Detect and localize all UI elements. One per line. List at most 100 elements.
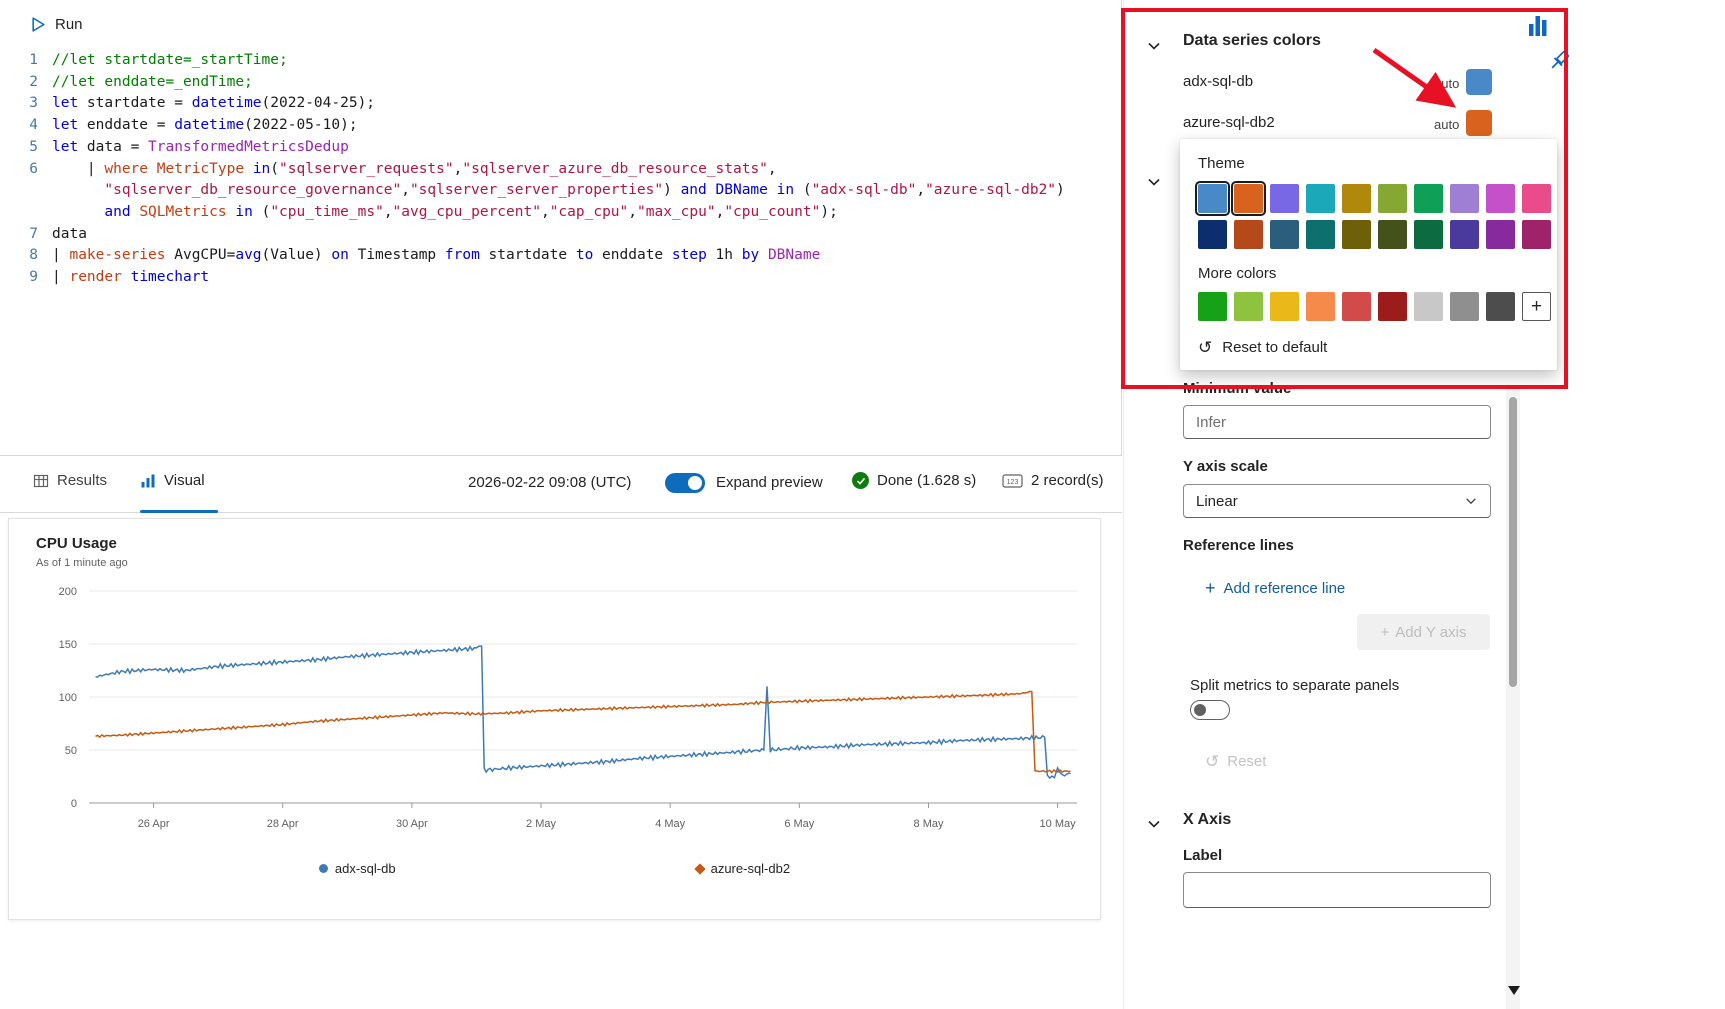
svg-text:200: 200 bbox=[59, 586, 77, 598]
app-window: Run 1 //let startdate=_startTime; 2 //let e… bbox=[0, 0, 1725, 1009]
results-toolbar: Results Visual 2026-02-22 09:08 (UTC) Ex… bbox=[0, 457, 1122, 513]
series-line-azure-sql-db2 bbox=[95, 690, 1071, 774]
tab-visual-label: Visual bbox=[164, 472, 205, 489]
palette-color[interactable] bbox=[1450, 184, 1479, 213]
section-data-series-colors[interactable]: Data series colors bbox=[1183, 32, 1321, 50]
legend-marker-circle bbox=[318, 864, 328, 873]
palette-color[interactable] bbox=[1194, 180, 1231, 217]
pin-icon[interactable] bbox=[1546, 46, 1572, 76]
tab-results[interactable]: Results bbox=[33, 472, 107, 489]
run-button[interactable]: Run bbox=[30, 16, 83, 33]
tab-visual[interactable]: Visual bbox=[140, 472, 205, 489]
palette-color[interactable] bbox=[1234, 220, 1263, 249]
line-number: 4 bbox=[29, 117, 38, 134]
code-line[interactable]: 9 | render timechart bbox=[0, 267, 1120, 289]
code-line[interactable]: and SQLMetrics in ("cpu_time_ms","avg_cp… bbox=[0, 202, 1120, 224]
minimum-value-input[interactable] bbox=[1183, 405, 1491, 439]
add-reference-line-button[interactable]: + Add reference line bbox=[1205, 579, 1345, 597]
palette-color[interactable] bbox=[1522, 184, 1551, 213]
plus-icon: + bbox=[1205, 578, 1216, 598]
add-custom-color-button[interactable]: + bbox=[1522, 292, 1551, 321]
success-check-icon bbox=[852, 472, 869, 489]
code-text: data bbox=[52, 225, 87, 242]
scrollbar-down-arrow[interactable] bbox=[1508, 986, 1520, 995]
palette-color[interactable] bbox=[1198, 292, 1227, 321]
series-color-swatch-adx-sql-db[interactable] bbox=[1466, 69, 1492, 95]
code-line[interactable]: 5 let data = TransformedMetricsDedup bbox=[0, 137, 1120, 159]
palette-color[interactable] bbox=[1378, 184, 1407, 213]
svg-text:2 May: 2 May bbox=[526, 818, 556, 830]
palette-color[interactable] bbox=[1378, 220, 1407, 249]
palette-color[interactable] bbox=[1234, 292, 1263, 321]
svg-text:6 May: 6 May bbox=[784, 818, 814, 830]
expand-preview-toggle[interactable] bbox=[665, 473, 705, 493]
expand-preview-label: Expand preview bbox=[716, 474, 823, 491]
code-line[interactable]: 6 | where MetricType in("sqlserver_reque… bbox=[0, 159, 1120, 181]
legend-item-azure-sql-db2[interactable]: azure-sql-db2 bbox=[693, 861, 790, 876]
column-chart-icon[interactable] bbox=[1528, 12, 1548, 38]
legend-marker-diamond bbox=[693, 862, 706, 875]
code-line[interactable]: 7 data bbox=[0, 224, 1120, 246]
x-axis-label-label: Label bbox=[1183, 847, 1223, 864]
palette-color[interactable] bbox=[1342, 184, 1371, 213]
code-text: and SQLMetrics in ("cpu_time_ms","avg_cp… bbox=[104, 203, 838, 220]
table-grid-icon bbox=[33, 474, 49, 487]
palette-color[interactable] bbox=[1306, 220, 1335, 249]
chart-subtitle: As of 1 minute ago bbox=[36, 557, 128, 569]
palette-color[interactable] bbox=[1486, 292, 1515, 321]
tab-results-label: Results bbox=[57, 472, 108, 489]
palette-color[interactable] bbox=[1342, 220, 1371, 249]
line-number: 6 bbox=[29, 160, 38, 177]
palette-color[interactable] bbox=[1378, 292, 1407, 321]
code-text: | where MetricType in("sqlserver_request… bbox=[52, 160, 777, 177]
palette-color[interactable] bbox=[1342, 292, 1371, 321]
chevron-down-icon[interactable] bbox=[1146, 816, 1162, 832]
code-text: let startdate = datetime(2022-04-25); bbox=[52, 95, 376, 112]
palette-color[interactable] bbox=[1414, 292, 1443, 321]
add-y-axis-button[interactable]: + Add Y axis bbox=[1357, 614, 1490, 650]
line-number: 7 bbox=[29, 225, 38, 242]
scrollbar-thumb[interactable] bbox=[1509, 397, 1517, 687]
palette-color[interactable] bbox=[1414, 220, 1443, 249]
palette-color[interactable] bbox=[1306, 292, 1335, 321]
legend-item-adx-sql-db[interactable]: adx-sql-db bbox=[318, 861, 396, 876]
chevron-down-icon[interactable] bbox=[1146, 174, 1162, 190]
theme-label: Theme bbox=[1198, 155, 1245, 172]
palette-color[interactable] bbox=[1270, 220, 1299, 249]
palette-color[interactable] bbox=[1414, 184, 1443, 213]
split-metrics-toggle[interactable] bbox=[1190, 700, 1230, 720]
code-line[interactable]: 2 //let enddate=_endTime; bbox=[0, 72, 1120, 94]
palette-color[interactable] bbox=[1306, 184, 1335, 213]
chevron-down-icon[interactable] bbox=[1146, 38, 1162, 54]
palette-color[interactable] bbox=[1270, 292, 1299, 321]
code-line[interactable]: 8 | make-series AvgCPU=avg(Value) on Time… bbox=[0, 245, 1120, 267]
series-color-swatch-azure-sql-db2[interactable] bbox=[1466, 110, 1492, 136]
palette-color[interactable] bbox=[1450, 220, 1479, 249]
plus-icon: + bbox=[1380, 623, 1390, 641]
palette-color[interactable] bbox=[1198, 220, 1227, 249]
minimum-value-label: Minimum value bbox=[1183, 380, 1292, 397]
palette-color[interactable] bbox=[1486, 184, 1515, 213]
bar-chart-icon bbox=[141, 474, 155, 487]
reference-lines-label: Reference lines bbox=[1183, 537, 1294, 554]
palette-color[interactable] bbox=[1230, 180, 1267, 217]
palette-color[interactable] bbox=[1450, 292, 1479, 321]
code-line[interactable]: 1 //let startdate=_startTime; bbox=[0, 50, 1120, 72]
code-line[interactable]: 4 let enddate = datetime(2022-05-10); bbox=[0, 115, 1120, 137]
x-axis-label-input[interactable] bbox=[1183, 872, 1491, 908]
code-text: | make-series AvgCPU=avg(Value) on Times… bbox=[52, 247, 821, 264]
reset-button[interactable]: ↺ Reset bbox=[1205, 753, 1266, 770]
more-colors-grid: + bbox=[1198, 292, 1551, 321]
palette-color[interactable] bbox=[1522, 220, 1551, 249]
svg-text:4 May: 4 May bbox=[655, 818, 685, 830]
y-axis-scale-dropdown[interactable]: Linear bbox=[1183, 484, 1491, 518]
section-x-axis[interactable]: X Axis bbox=[1183, 811, 1231, 829]
code-line[interactable]: "sqlserver_db_resource_governance","sqls… bbox=[0, 180, 1120, 202]
line-number: 3 bbox=[29, 95, 38, 112]
code-line[interactable]: 3 let startdate = datetime(2022-04-25); bbox=[0, 93, 1120, 115]
line-number bbox=[0, 202, 52, 224]
palette-color[interactable] bbox=[1486, 220, 1515, 249]
reset-to-default-button[interactable]: ↺ Reset to default bbox=[1198, 339, 1539, 356]
code-editor[interactable]: 1 //let startdate=_startTime; 2 //let endda… bbox=[0, 50, 1120, 289]
palette-color[interactable] bbox=[1270, 184, 1299, 213]
